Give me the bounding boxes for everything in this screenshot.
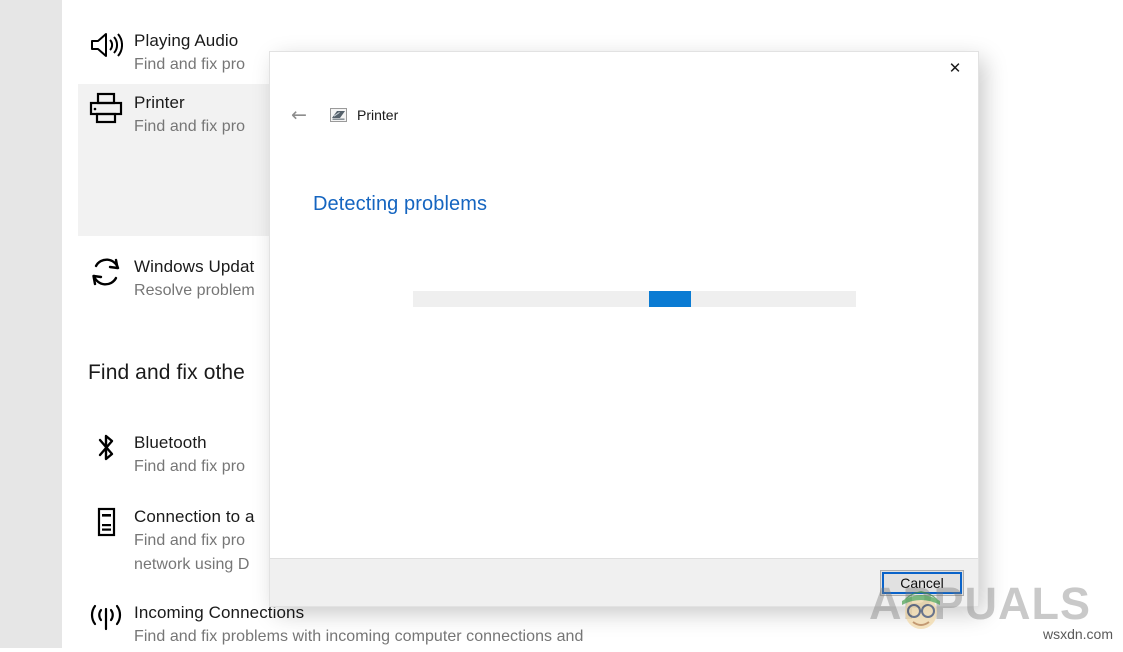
troubleshooter-texts: Incoming Connections Find and fix proble… [134,600,838,649]
dialog-body: Detecting problems [270,134,978,558]
dialog-navigation-bar: ← Printer [270,96,978,134]
progress-bar-chunk [649,291,692,307]
printer-troubleshooter-dialog: ✕ ← Printer Detecting problems Cancel [270,52,978,606]
cancel-button-label: Cancel [900,574,944,591]
troubleshooter-desc: Find and fix problems with incoming comp… [134,628,584,645]
speaker-icon [78,28,134,60]
printer-icon [78,90,134,124]
device-icon [78,504,134,538]
bluetooth-icon [78,430,134,464]
progress-bar [413,291,856,307]
dialog-footer: Cancel [270,558,978,606]
incoming-connections-icon [78,600,134,632]
dialog-titlebar: ✕ [270,52,978,96]
cancel-button[interactable]: Cancel [880,569,964,596]
page-section-heading: Find and fix othe [88,361,245,384]
detecting-problems-heading: Detecting problems [313,193,488,215]
windows-update-icon [78,254,134,288]
dialog-app-title: Printer [357,107,399,123]
printer-small-icon [330,107,347,123]
close-icon[interactable]: ✕ [932,52,978,84]
troubleshooter-title: Playing Audio [134,31,239,50]
settings-sidebar [0,0,62,648]
back-arrow-icon[interactable]: ← [284,100,314,130]
